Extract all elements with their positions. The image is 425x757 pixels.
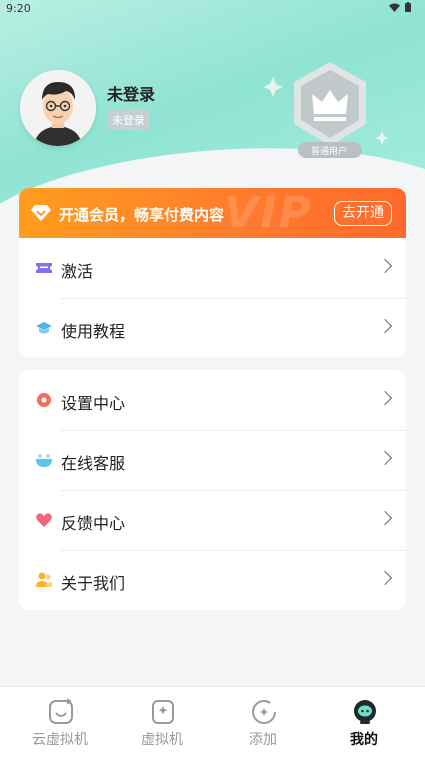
nav-tab-cloud-vm[interactable]: 云虚拟机 xyxy=(7,687,113,757)
vip-promo-text: 开通会员，畅享付费内容 xyxy=(59,206,225,224)
nav-tab-mine[interactable]: 我的 xyxy=(311,687,417,757)
chevron-right-icon xyxy=(377,510,393,526)
add-icon xyxy=(252,700,276,724)
ticket-icon xyxy=(36,263,52,273)
gear-icon xyxy=(37,393,51,407)
member-badge: 普通用户 xyxy=(258,62,394,172)
people-icon xyxy=(36,572,52,587)
menu-item-label: 关于我们 xyxy=(61,574,126,593)
menu-item-label: 在线客服 xyxy=(61,454,126,473)
cloud-vm-icon xyxy=(49,699,73,724)
menu-card-secondary: 设置中心 在线客服 反馈中心 关于我们 xyxy=(19,370,406,610)
vip-watermark: VIP xyxy=(224,188,313,238)
diamond-icon xyxy=(31,205,51,221)
menu-item-label: 设置中心 xyxy=(61,394,126,413)
menu-item-label: 使用教程 xyxy=(61,322,126,341)
nav-label: 虚拟机 xyxy=(141,732,183,748)
chevron-right-icon xyxy=(377,258,393,274)
chevron-right-icon xyxy=(377,390,393,406)
badge-label: 普通用户 xyxy=(310,147,347,157)
vip-banner[interactable]: VIP 开通会员，畅享付费内容 去开通 xyxy=(19,188,406,238)
vm-icon xyxy=(152,700,174,724)
bottom-nav: 云虚拟机 虚拟机 添加 我的 xyxy=(0,686,425,757)
status-icons xyxy=(388,2,411,15)
chevron-right-icon xyxy=(377,450,393,466)
menu-item-settings[interactable]: 设置中心 xyxy=(19,370,406,430)
menu-item-label: 反馈中心 xyxy=(61,514,126,533)
nav-tab-add[interactable]: 添加 xyxy=(210,687,316,757)
open-vip-button[interactable]: 去开通 xyxy=(334,201,392,226)
menu-item-feedback[interactable]: 反馈中心 xyxy=(19,490,406,550)
menu-item-activate[interactable]: 激活 xyxy=(19,238,406,298)
customer-service-icon xyxy=(36,454,52,467)
nav-label: 云虚拟机 xyxy=(32,732,88,748)
chevron-right-icon xyxy=(377,570,393,586)
profile-icon xyxy=(354,700,376,724)
menu-item-label: 激活 xyxy=(61,262,94,281)
heart-icon xyxy=(36,513,52,527)
nav-label: 添加 xyxy=(249,732,277,748)
nav-label: 我的 xyxy=(350,732,378,748)
avatar-illustration xyxy=(20,70,96,146)
chevron-right-icon xyxy=(377,318,393,334)
menu-item-tutorial[interactable]: 使用教程 xyxy=(19,298,406,358)
wifi-icon xyxy=(388,3,400,12)
menu-item-about[interactable]: 关于我们 xyxy=(19,550,406,610)
user-name[interactable]: 未登录 xyxy=(107,81,155,105)
avatar[interactable] xyxy=(20,70,96,146)
battery-icon xyxy=(405,2,411,12)
status-time: 9:20 xyxy=(6,2,31,15)
membership-tag: 未登录 xyxy=(107,110,150,130)
menu-item-support[interactable]: 在线客服 xyxy=(19,430,406,490)
nav-tab-vm[interactable]: 虚拟机 xyxy=(109,687,215,757)
graduation-cap-icon xyxy=(36,322,52,334)
status-bar: 9:20 xyxy=(0,0,425,18)
